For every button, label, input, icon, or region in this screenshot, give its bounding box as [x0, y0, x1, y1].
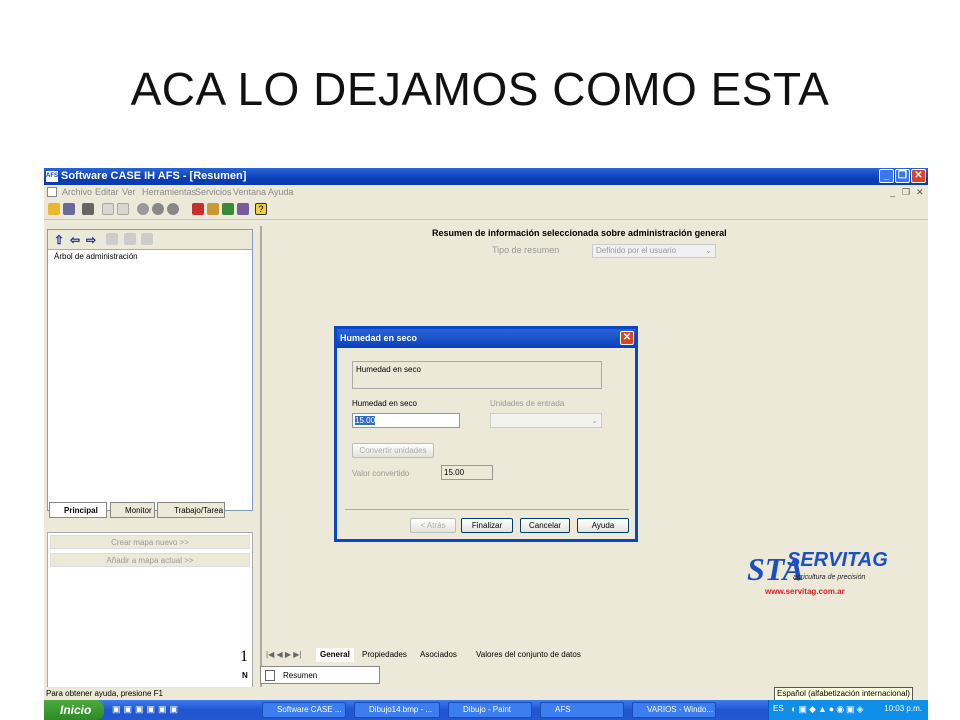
open-folder-icon[interactable] [48, 203, 60, 215]
layers-icon[interactable] [207, 203, 219, 215]
tree-props-icon[interactable] [124, 233, 136, 245]
summary-type-select[interactable]: Definido por el usuario ⌄ [592, 244, 716, 258]
tab-propiedades[interactable]: Propiedades [362, 648, 407, 662]
units-select[interactable]: ⌄ [490, 413, 602, 428]
left-tabs: Principal Monitor Trabajo/Tarea [47, 502, 253, 520]
afs-logo-icon: AFS [46, 171, 58, 182]
compass-number: 1 [240, 648, 248, 665]
status-bar: Para obtener ayuda, presione F1 Español … [44, 687, 928, 701]
logo-url: www.servitag.com.ar [765, 587, 845, 596]
print-icon[interactable] [82, 203, 94, 215]
mdi-restore-icon[interactable]: ❐ [902, 185, 910, 199]
task-afs[interactable]: AFS [540, 702, 624, 718]
dialog-close-button[interactable]: ✕ [620, 331, 634, 345]
tree-add-icon[interactable] [141, 233, 153, 245]
chevron-down-icon: ⌄ [591, 416, 598, 425]
slide-title: ACA LO DEJAMOS COMO ESTA [130, 63, 830, 115]
blank-icon[interactable] [102, 203, 114, 215]
logo-name: SERVITAG [787, 549, 888, 571]
globe-icon[interactable] [152, 203, 164, 215]
summary-type-label: Tipo de resumen [492, 245, 560, 255]
tray-icons[interactable]: ◐▣◆▲●◉▣◈ [791, 704, 865, 715]
cancel-button[interactable]: Cancelar [520, 518, 570, 533]
tab-valores[interactable]: Valores del conjunto de datos [476, 648, 581, 662]
mdi-minimize-icon[interactable]: _ [890, 185, 895, 199]
language-indicator[interactable]: ES [773, 704, 784, 713]
doc-tab-resumen[interactable]: Resumen [260, 666, 380, 684]
data-tabs: |◀ ◀ ▶ ▶| General Propiedades Asociados … [260, 648, 928, 662]
convert-units-button[interactable]: Convertir unidades [352, 443, 434, 458]
finish-button[interactable]: Finalizar [461, 518, 513, 533]
window-title: Software CASE IH AFS - [Resumen] [61, 170, 247, 182]
humedad-label: Humedad en seco [352, 399, 417, 408]
task-dibujo14[interactable]: Dibujo14.bmp - ... [354, 702, 440, 718]
tab-monitor[interactable]: Monitor [110, 502, 155, 518]
map-icon[interactable] [192, 203, 204, 215]
start-button[interactable]: Inicio [44, 700, 104, 720]
menu-bar: Archivo Editar Ver Herramientas Servicio… [44, 185, 928, 199]
tab-trabajo[interactable]: Trabajo/Tarea [157, 502, 225, 518]
back-arrow-icon[interactable]: ⇦ [70, 233, 80, 247]
logo-tagline: agricultura de precisión [793, 574, 866, 581]
close-button[interactable]: ✕ [911, 169, 926, 183]
toolbar: ? [44, 200, 928, 220]
tag-icon[interactable] [63, 203, 75, 215]
menu-ventana[interactable]: Ventana [233, 185, 266, 199]
clock: 10:03 p.m. [884, 704, 922, 713]
tree-root-item[interactable]: Árbol de administración [54, 252, 138, 261]
menu-archivo[interactable]: Archivo [62, 185, 92, 199]
task-software-case[interactable]: Software CASE ... [262, 702, 346, 718]
tree-panel: ⇧ ⇦ ⇨ Árbol de administración [47, 229, 253, 511]
menu-servicios[interactable]: Servicios [195, 185, 232, 199]
quick-launch-icons[interactable]: ▣▣▣▣▣▣ [112, 704, 192, 716]
task-varios[interactable]: VARIOS - Windo... [632, 702, 716, 718]
humedad-dialog: Humedad en seco ✕ Humedad en seco Humeda… [334, 326, 638, 542]
task-paint[interactable]: Dibujo - Paint [448, 702, 532, 718]
menu-ayuda[interactable]: Ayuda [268, 185, 293, 199]
mdi-close-icon[interactable]: ✕ [916, 185, 924, 199]
chart-icon[interactable] [117, 203, 129, 215]
chevron-down-icon: ⌄ [705, 246, 712, 255]
tree-tool-icon[interactable] [106, 233, 118, 245]
menu-editar[interactable]: Editar [95, 185, 119, 199]
converted-label: Valor convertido [352, 469, 410, 478]
language-tooltip: Español (alfabetización internacional) [774, 687, 913, 701]
refresh-icon[interactable] [167, 203, 179, 215]
tab-principal[interactable]: Principal [49, 502, 107, 518]
tree-nav-bar: ⇧ ⇦ ⇨ [48, 230, 252, 250]
window-titlebar[interactable]: AFS Software CASE IH AFS - [Resumen] _ ❐… [44, 168, 928, 185]
add-map-link[interactable]: Añadir a mapa actual >> [50, 553, 250, 567]
help-button[interactable]: Ayuda [577, 518, 629, 533]
dialog-divider [345, 509, 629, 510]
dialog-titlebar[interactable]: Humedad en seco ✕ [337, 329, 635, 348]
humedad-input[interactable]: 15.00 [352, 413, 460, 428]
map-actions-panel: Crear mapa nuevo >> Añadir a mapa actual… [47, 532, 253, 702]
dialog-info-box: Humedad en seco [352, 361, 602, 389]
restore-button[interactable]: ❐ [895, 169, 910, 183]
forward-arrow-icon[interactable]: ⇨ [86, 233, 96, 247]
menu-herramientas[interactable]: Herramientas [142, 185, 196, 199]
help-icon[interactable]: ? [255, 203, 267, 215]
summary-heading: Resumen de información seleccionada sobr… [432, 228, 727, 238]
disk-icon[interactable] [137, 203, 149, 215]
create-map-link[interactable]: Crear mapa nuevo >> [50, 535, 250, 549]
tab-asociados[interactable]: Asociados [420, 648, 457, 662]
converted-value: 15.00 [441, 465, 493, 480]
tab-scroll-icons[interactable]: |◀ ◀ ▶ ▶| [266, 648, 301, 662]
document-icon [265, 670, 275, 681]
report-icon[interactable] [237, 203, 249, 215]
minimize-button[interactable]: _ [879, 169, 894, 183]
units-label: Unidades de entrada [490, 399, 565, 408]
tab-general[interactable]: General [316, 648, 354, 662]
servitag-logo: STA SERVITAG agricultura de precisión ww… [747, 547, 888, 599]
back-button[interactable]: < Atrás [410, 518, 456, 533]
menu-ver[interactable]: Ver [122, 185, 136, 199]
tractor-icon[interactable] [222, 203, 234, 215]
document-icon[interactable] [47, 187, 57, 197]
up-arrow-icon[interactable]: ⇧ [54, 233, 64, 247]
taskbar: Inicio ▣▣▣▣▣▣ Software CASE ... Dibujo14… [44, 700, 928, 720]
system-tray: ES ◐▣◆▲●◉▣◈ 10:03 p.m. [768, 700, 928, 720]
compass-north: N [242, 671, 248, 680]
status-help-text: Para obtener ayuda, presione F1 [46, 689, 163, 698]
